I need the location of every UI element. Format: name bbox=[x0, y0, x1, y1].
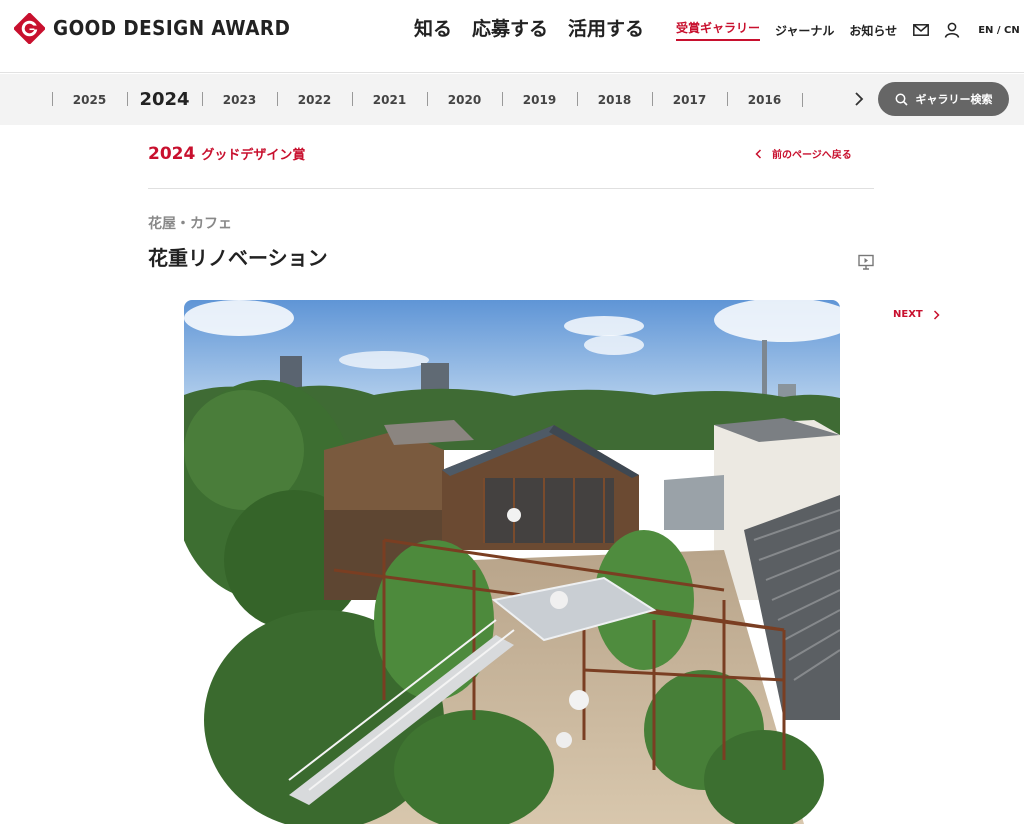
year-separator bbox=[802, 92, 803, 107]
year-2020[interactable]: 2020 bbox=[427, 74, 502, 125]
main-nav: 知る 応募する 活用する bbox=[414, 14, 644, 41]
nav-utilize[interactable]: 活用する bbox=[568, 14, 644, 41]
mail-icon[interactable] bbox=[912, 21, 930, 39]
next-link[interactable]: NEXT bbox=[893, 309, 940, 320]
nav-gallery[interactable]: 受賞ギャラリー bbox=[676, 19, 761, 41]
divider bbox=[148, 188, 874, 189]
page-title: 花重リノベーション bbox=[148, 246, 328, 270]
year-2023[interactable]: 2023 bbox=[202, 74, 277, 125]
chevron-right-icon[interactable] bbox=[850, 90, 868, 108]
main-photo[interactable] bbox=[184, 300, 840, 824]
user-icon[interactable] bbox=[943, 21, 961, 39]
chevron-left-icon bbox=[755, 148, 762, 159]
gallery-search-button[interactable]: ギャラリー検索 bbox=[878, 82, 1009, 116]
back-link[interactable]: 前のページへ戻る bbox=[755, 146, 852, 161]
award-year: 2024 bbox=[148, 144, 196, 164]
year-2016[interactable]: 2016 bbox=[727, 74, 802, 125]
gallery-search-label: ギャラリー検索 bbox=[915, 93, 993, 106]
year-2021[interactable]: 2021 bbox=[352, 74, 427, 125]
back-label: 前のページへ戻る bbox=[772, 150, 852, 161]
slideshow-icon[interactable] bbox=[857, 253, 875, 271]
language-switch[interactable]: EN / CN bbox=[978, 25, 1020, 36]
year-2019[interactable]: 2019 bbox=[502, 74, 577, 125]
good-design-logo-icon bbox=[14, 12, 45, 44]
sub-nav: 受賞ギャラリー ジャーナル お知らせ EN / CN bbox=[676, 19, 1020, 41]
year-2018[interactable]: 2018 bbox=[577, 74, 652, 125]
nav-know[interactable]: 知る bbox=[414, 14, 452, 41]
logo-text: GOOD DESIGN AWARD bbox=[53, 16, 291, 40]
year-2024[interactable]: 2024 bbox=[127, 74, 202, 125]
year-bar: 2025 2024 2023 2022 2021 2020 2019 2018 … bbox=[0, 74, 1024, 125]
site-header: GOOD DESIGN AWARD 知る 応募する 活用する 受賞ギャラリー ジ… bbox=[0, 0, 1024, 73]
year-2022[interactable]: 2022 bbox=[277, 74, 352, 125]
nav-apply[interactable]: 応募する bbox=[472, 14, 548, 41]
logo[interactable]: GOOD DESIGN AWARD bbox=[14, 12, 311, 44]
year-2017[interactable]: 2017 bbox=[652, 74, 727, 125]
award-heading: 2024 グッドデザイン賞 bbox=[148, 144, 305, 164]
category: 花屋・カフェ bbox=[148, 216, 232, 232]
year-list: 2025 2024 2023 2022 2021 2020 2019 2018 … bbox=[52, 74, 803, 125]
chevron-right-icon bbox=[933, 309, 940, 320]
search-icon bbox=[895, 93, 908, 106]
award-name: グッドデザイン賞 bbox=[201, 148, 306, 163]
year-2025[interactable]: 2025 bbox=[52, 74, 127, 125]
photo-illustration bbox=[184, 300, 840, 824]
nav-news[interactable]: お知らせ bbox=[849, 22, 897, 39]
nav-journal[interactable]: ジャーナル bbox=[775, 22, 834, 39]
next-label: NEXT bbox=[893, 309, 923, 320]
